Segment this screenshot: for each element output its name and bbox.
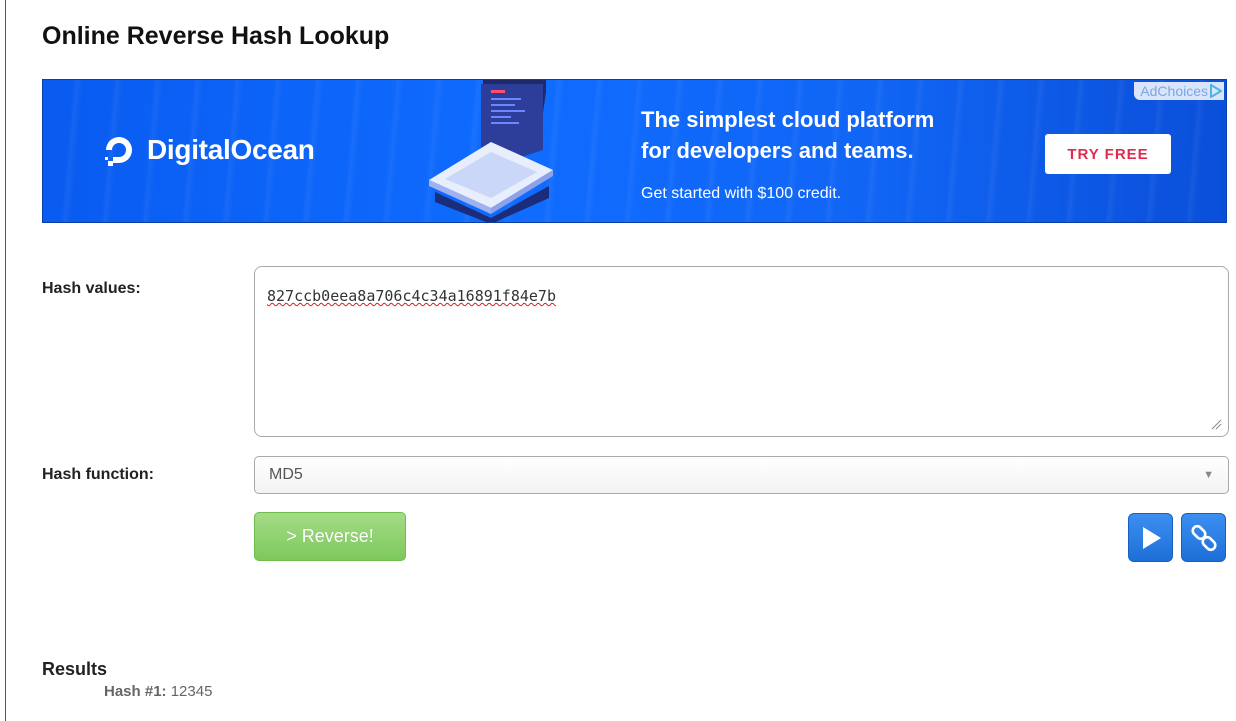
adchoices-label: AdChoices	[1140, 83, 1208, 99]
reverse-button[interactable]: > Reverse!	[254, 512, 406, 561]
ad-banner[interactable]: AdChoices DigitalOcean The simplest clou…	[42, 79, 1227, 223]
link-icon	[1190, 524, 1217, 551]
laptop-illustration	[429, 80, 553, 222]
ad-headline: The simplest cloud platform for develope…	[641, 104, 1021, 166]
hash-function-label: Hash function:	[42, 466, 154, 483]
page: Online Reverse Hash Lookup AdChoices Dig…	[0, 0, 1236, 721]
adchoices-icon	[1210, 84, 1222, 98]
hash-values-text: 827ccb0eea8a706c4c34a16891f84e7b	[267, 287, 556, 305]
play-button[interactable]	[1128, 513, 1173, 562]
page-title: Online Reverse Hash Lookup	[42, 22, 390, 50]
chevron-down-icon: ▼	[1203, 469, 1214, 481]
hash-function-value: MD5	[269, 466, 303, 483]
result-label: Hash #1:	[104, 683, 167, 700]
ad-subtext: Get started with $100 credit.	[641, 185, 842, 202]
results-title: Results	[42, 659, 108, 679]
link-button[interactable]	[1181, 513, 1226, 562]
brand-name: DigitalOcean	[147, 134, 315, 165]
result-value: 12345	[170, 683, 213, 700]
ad-headline-line2: for developers and teams.	[641, 138, 914, 163]
adchoices-badge[interactable]: AdChoices	[1134, 82, 1224, 100]
try-free-button[interactable]: TRY FREE	[1045, 134, 1171, 174]
hash-values-label: Hash values:	[42, 280, 141, 297]
result-item: Hash #1: 12345	[104, 683, 212, 700]
hash-function-select[interactable]: MD5 ▼	[254, 456, 1229, 494]
left-divider	[5, 0, 6, 721]
digitalocean-logo-icon	[105, 137, 132, 166]
hash-values-textarea[interactable]: 827ccb0eea8a706c4c34a16891f84e7b	[254, 266, 1229, 437]
digitalocean-logo: DigitalOcean	[101, 132, 315, 168]
resize-grip-icon[interactable]	[1210, 418, 1222, 430]
play-icon	[1142, 526, 1161, 549]
ad-headline-line1: The simplest cloud platform	[641, 107, 935, 132]
